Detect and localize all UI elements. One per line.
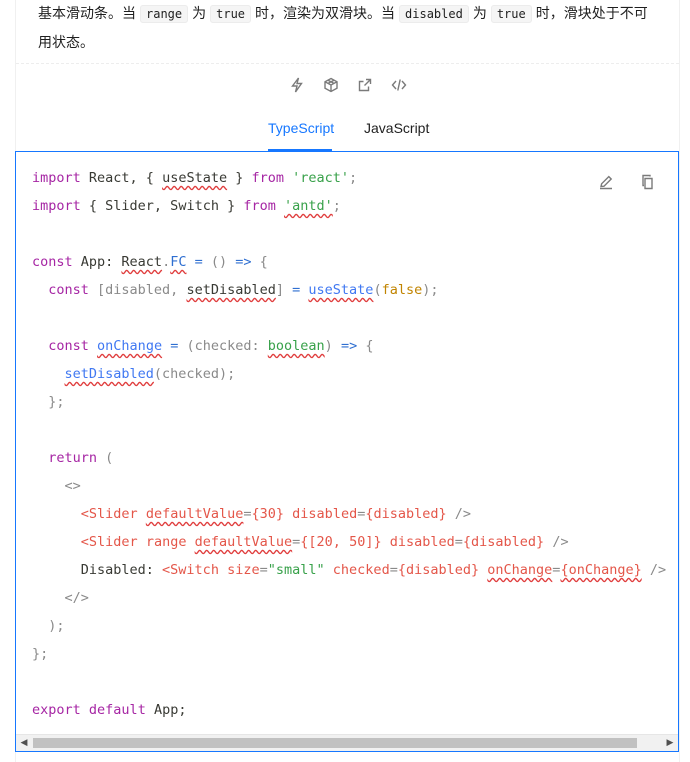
desc-text: 时，渲染为双滑块。当 <box>255 6 396 22</box>
scroll-right-arrow[interactable]: ▶ <box>662 735 678 751</box>
code-line: import React, { useState } from 'react'; <box>32 170 358 186</box>
scrollbar-thumb[interactable] <box>33 738 637 748</box>
demo-description: 基本滑动条。当 range 为 true 时，渲染为双滑块。当 disabled 为 true… <box>38 0 658 58</box>
external-link-icon[interactable] <box>356 76 374 94</box>
code-line: Disabled: <Switch size="small" checked={… <box>32 562 667 578</box>
code-line: ); <box>32 618 65 634</box>
code-line: return ( <box>48 450 114 466</box>
code-line: </> <box>64 590 89 606</box>
code-icon[interactable] <box>390 76 408 94</box>
divider <box>16 63 679 64</box>
tab-javascript[interactable]: JavaScript <box>364 120 429 136</box>
inline-code: range <box>140 5 189 23</box>
desc-text: 基本滑动条。当 <box>38 6 136 22</box>
code-line: <Slider defaultValue={30} disabled={disa… <box>80 506 472 522</box>
demo-actions <box>288 74 408 96</box>
language-tabs: TypeScript JavaScript <box>16 106 679 152</box>
inline-code: disabled <box>399 5 469 23</box>
code-line: const onChange = (checked: boolean) => { <box>48 338 374 354</box>
thunderbolt-icon[interactable] <box>288 76 306 94</box>
code-line: }; <box>32 646 49 662</box>
codesandbox-icon[interactable] <box>322 76 340 94</box>
code-line: const App: React.FC = () => { <box>32 254 268 270</box>
code-line: <> <box>64 478 81 494</box>
tab-typescript[interactable]: TypeScript <box>268 120 334 136</box>
horizontal-scrollbar[interactable]: ◀ ▶ <box>16 734 678 751</box>
scroll-left-arrow[interactable]: ◀ <box>16 735 32 751</box>
code-editor[interactable]: import React, { useState } from 'react';… <box>15 151 679 752</box>
desc-text: 为 <box>192 6 207 22</box>
code-line: setDisabled(checked); <box>64 366 236 382</box>
code-line: import { Slider, Switch } from 'antd'; <box>32 198 341 214</box>
code-line: const [disabled, setDisabled] = useState… <box>48 282 439 298</box>
code-line: }; <box>32 394 65 410</box>
desc-text: 为 <box>472 6 487 22</box>
inline-code: true <box>490 5 532 23</box>
code-content: import React, { useState } from 'react';… <box>32 164 666 724</box>
code-line: <Slider range defaultValue={[20, 50]} di… <box>80 534 569 550</box>
code-line: export default App; <box>32 702 187 718</box>
inline-code: true <box>210 5 252 23</box>
